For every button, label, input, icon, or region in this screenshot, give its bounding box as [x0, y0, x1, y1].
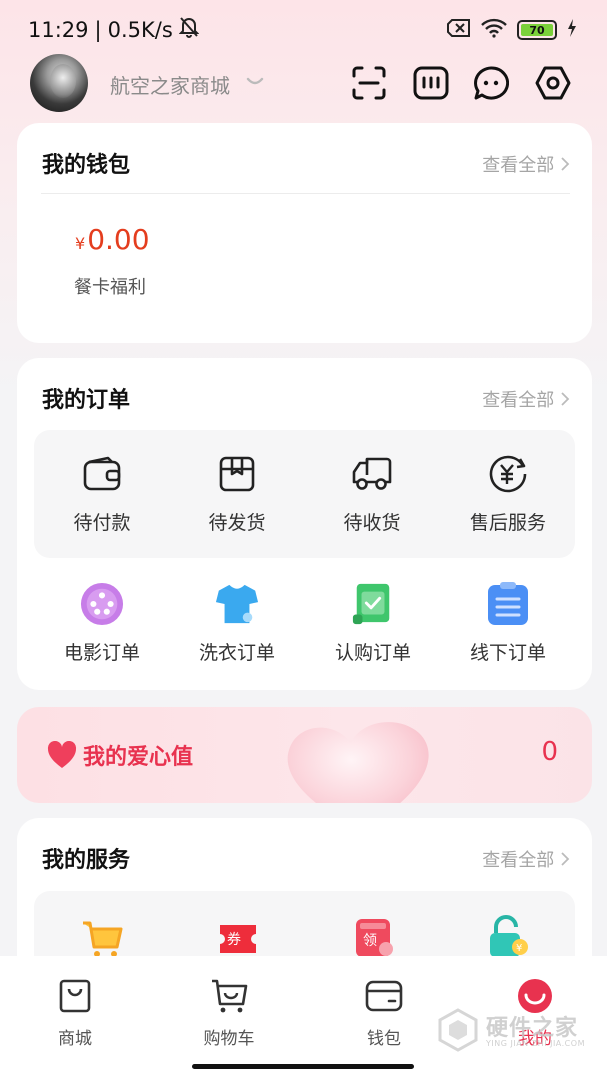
service-claim[interactable]: 领 — [352, 917, 394, 961]
service-lock[interactable]: ¥ — [486, 915, 530, 961]
profile-header: 航空之家商城 — [0, 52, 607, 116]
order-type-label: 洗衣订单 — [198, 642, 275, 664]
settings-icon[interactable] — [534, 64, 572, 102]
amount-value: 0.00 — [87, 223, 150, 256]
orders-title: 我的订单 — [42, 388, 131, 413]
nav-wallet[interactable]: 钱包 — [329, 976, 439, 1049]
order-status-pending-shipment[interactable]: 待发货 — [177, 452, 297, 535]
orders-card: 我的订单 查看全部 待付款 待发货 待收货 售后服务 电影订单 洗衣订单 认购订… — [17, 358, 592, 690]
chevron-right-icon — [560, 155, 570, 176]
chevron-right-icon — [560, 850, 570, 871]
orders-view-all[interactable]: 查看全部 — [482, 386, 570, 412]
nav-cart[interactable]: 购物车 — [174, 976, 284, 1049]
order-status-label: 售后服务 — [469, 512, 546, 534]
chevron-right-icon — [560, 390, 570, 411]
scan-icon[interactable] — [350, 64, 388, 102]
wifi-icon — [481, 18, 507, 42]
order-status-after-sales[interactable]: 售后服务 — [448, 452, 568, 535]
services-view-all[interactable]: 查看全部 — [482, 846, 570, 872]
network-speed: 0.5K/s — [107, 17, 173, 42]
shirt-icon — [215, 582, 259, 626]
coupon-label: 券 — [227, 932, 241, 948]
order-status-label: 待发货 — [208, 512, 266, 534]
refund-icon — [486, 452, 530, 496]
keyboard-icon[interactable] — [412, 64, 450, 102]
nav-label: 钱包 — [367, 1029, 401, 1049]
nav-label: 商城 — [58, 1029, 92, 1049]
wallet-amount[interactable]: ¥0.00 — [75, 223, 150, 256]
order-type-label: 认购订单 — [334, 642, 411, 664]
watermark: 硬件之家 YING JIAN ZHI JIA.COM — [438, 1008, 598, 1054]
avatar[interactable] — [30, 54, 88, 112]
order-status-pending-receipt[interactable]: 待收货 — [312, 452, 432, 535]
order-status-label: 待付款 — [73, 512, 131, 534]
status-left: 11:29 | 0.5K/s — [28, 16, 200, 43]
wallet-icon — [80, 452, 124, 496]
order-status-pending-payment[interactable]: 待付款 — [42, 452, 162, 535]
mute-bell-icon — [178, 16, 200, 43]
wallet-card: 我的钱包 查看全部 ¥0.00 餐卡福利 — [17, 123, 592, 343]
package-icon — [215, 452, 259, 496]
order-status-panel: 待付款 待发货 待收货 售后服务 — [34, 430, 575, 558]
order-type-subscription[interactable]: 认购订单 — [313, 582, 433, 665]
services-view-all-label: 查看全部 — [482, 850, 555, 871]
battery-icon: 70 — [517, 20, 557, 40]
clipboard-icon — [486, 582, 530, 626]
status-time: 11:29 — [28, 17, 89, 42]
wallet-view-all-label: 查看全部 — [482, 155, 555, 176]
watermark-logo-icon — [438, 1008, 478, 1052]
status-separator: | — [94, 17, 102, 42]
currency-symbol: ¥ — [75, 234, 86, 253]
service-coupon[interactable]: 券 — [216, 921, 260, 961]
lock-icon: ¥ — [490, 915, 528, 957]
nav-mall[interactable]: 商城 — [20, 976, 130, 1049]
no-sim-icon — [447, 19, 471, 41]
battery-level: 70 — [521, 24, 553, 37]
order-type-offline[interactable]: 线下订单 — [448, 582, 568, 665]
claim-label: 领 — [363, 933, 377, 949]
love-value: 0 — [541, 737, 558, 767]
status-bar: 11:29 | 0.5K/s 70 — [0, 0, 607, 56]
order-type-movie[interactable]: 电影订单 — [42, 582, 162, 665]
order-type-laundry[interactable]: 洗衣订单 — [177, 582, 297, 665]
film-reel-icon — [80, 582, 124, 626]
wallet-divider — [41, 193, 570, 194]
heart-decoration-icon — [287, 722, 429, 803]
order-type-label: 线下订单 — [469, 642, 546, 664]
love-value-banner[interactable]: 我的爱心值 0 — [17, 707, 592, 803]
heart-icon — [47, 740, 77, 773]
cart-icon — [209, 976, 249, 1016]
order-type-label: 电影订单 — [63, 642, 140, 664]
certificate-icon — [351, 582, 395, 626]
watermark-sub: YING JIAN ZHI JIA.COM — [486, 1039, 585, 1048]
name-mark-icon — [246, 72, 264, 91]
svg-text:¥: ¥ — [516, 943, 522, 954]
order-status-label: 待收货 — [343, 512, 401, 534]
charging-icon — [567, 19, 577, 41]
wallet-view-all[interactable]: 查看全部 — [482, 151, 570, 177]
user-name[interactable]: 航空之家商城 — [110, 70, 230, 99]
shopping-bag-icon — [55, 976, 95, 1016]
love-title: 我的爱心值 — [83, 745, 194, 770]
home-indicator[interactable] — [192, 1064, 414, 1069]
services-title: 我的服务 — [42, 848, 131, 873]
amount-label: 餐卡福利 — [74, 277, 146, 298]
message-icon[interactable] — [472, 64, 510, 102]
wallet-icon — [364, 976, 404, 1016]
truck-icon — [350, 452, 394, 496]
nav-label: 购物车 — [203, 1029, 255, 1049]
watermark-text: 硬件之家 — [486, 1016, 579, 1041]
orders-view-all-label: 查看全部 — [482, 390, 555, 411]
wallet-title: 我的钱包 — [42, 153, 131, 178]
status-right: 70 — [447, 18, 577, 42]
